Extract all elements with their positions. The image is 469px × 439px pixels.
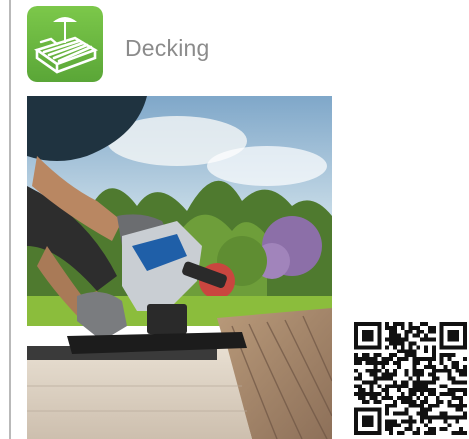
category-title: Decking	[125, 35, 210, 61]
decking-icon[interactable]	[27, 6, 103, 82]
deck-installation-photo	[27, 96, 332, 439]
decking-page: Decking	[0, 0, 469, 439]
qr-code-icon[interactable]	[354, 322, 467, 435]
left-divider	[9, 0, 11, 439]
